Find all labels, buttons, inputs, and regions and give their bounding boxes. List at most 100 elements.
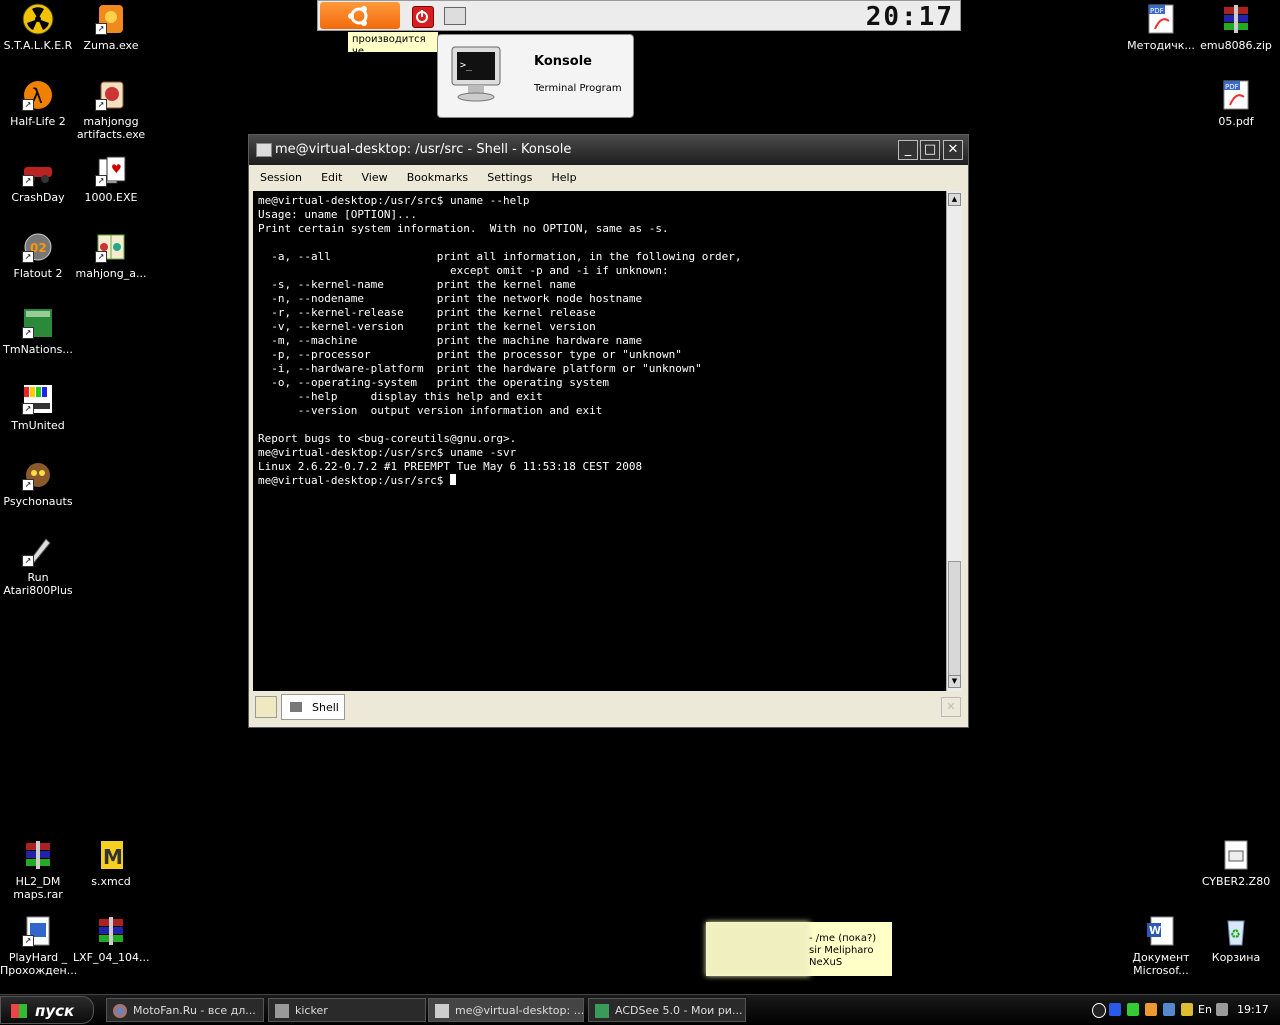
blurred-avatar <box>706 922 810 976</box>
acdsee-icon <box>595 1004 609 1018</box>
icq-icon[interactable] <box>1127 1003 1139 1016</box>
desktop-icon-mahjong-a[interactable]: ↗ mahjong_a... <box>73 231 149 280</box>
menu-bookmarks[interactable]: Bookmarks <box>400 168 475 184</box>
desktop-icon-atari[interactable]: ↗ Run Atari800Plus <box>0 535 76 597</box>
taskbar-clock[interactable]: 19:17 <box>1237 1003 1269 1016</box>
task-motofan[interactable]: MotoFan.Ru - все дл... <box>106 998 264 1022</box>
bluetooth-icon[interactable] <box>1109 1003 1121 1016</box>
file-icon <box>1220 839 1252 871</box>
scroll-thumb[interactable] <box>948 561 961 676</box>
kicker-panel: 20:17 <box>317 0 961 32</box>
notification-text: - /me (пока?) sir Melipharo NeXuS <box>809 933 877 968</box>
rar-icon <box>95 915 127 947</box>
close-button[interactable]: ✕ <box>943 140 963 160</box>
desktop-icon-flatout[interactable]: 02 ↗ Flatout 2 <box>0 231 76 280</box>
terminal-icon <box>290 702 302 712</box>
mahjong-icon: ↗ <box>95 79 127 111</box>
vertical-scrollbar[interactable]: ▲ ▼ <box>946 191 962 691</box>
radiation-icon <box>22 3 54 35</box>
desktop-icon-cyber2[interactable]: CYBER2.Z80 <box>1198 839 1274 888</box>
task-acdsee[interactable]: ACDSee 5.0 - Мои ри... <box>588 998 746 1022</box>
rar-icon <box>1220 3 1252 35</box>
start-button[interactable]: пуск <box>0 996 94 1024</box>
maximize-button[interactable]: □ <box>920 140 940 160</box>
menu-settings[interactable]: Settings <box>480 168 539 184</box>
tab-shell[interactable]: Shell <box>281 694 345 720</box>
window-titlebar[interactable]: me@virtual-desktop: /usr/src - Shell - K… <box>249 135 968 165</box>
terminal-launcher-icon[interactable] <box>444 7 466 25</box>
power-icon[interactable] <box>412 6 434 28</box>
desktop-icon-mahjongg[interactable]: ↗ mahjongg artifacts.exe <box>73 79 149 141</box>
konsole-tooltip: >_ Konsole Terminal Program <box>437 34 634 118</box>
kicker-clock[interactable]: 20:17 <box>866 2 954 32</box>
svg-text:M: M <box>103 845 123 869</box>
terminal-prompt: me@virtual-desktop:/usr/src$ <box>258 474 451 487</box>
desktop-icon-zuma[interactable]: ↗ Zuma.exe <box>73 3 149 52</box>
menu-edit[interactable]: Edit <box>314 168 349 184</box>
menubar: Session Edit View Bookmarks Settings Hel… <box>253 166 584 186</box>
new-session-button[interactable] <box>255 696 277 718</box>
desktop-icon-1000[interactable]: ♥ ↗ 1000.EXE <box>73 155 149 204</box>
terminal-output[interactable]: me@virtual-desktop:/usr/src$ uname --hel… <box>253 191 947 691</box>
desktop-icon-tmunited[interactable]: ↗ TmUnited <box>0 383 76 432</box>
desktop-icon-tmnations[interactable]: ↗ TmNations... <box>0 307 76 356</box>
desktop-icon-word-doc[interactable]: W Документ Microsof... <box>1123 915 1199 977</box>
xmcd-icon: M <box>95 839 127 871</box>
shield-icon[interactable] <box>1163 1003 1175 1016</box>
menu-help[interactable]: Help <box>544 168 583 184</box>
tooltip-title: Konsole <box>534 54 592 69</box>
desktop-icon-emu8086[interactable]: emu8086.zip <box>1198 3 1274 52</box>
desktop-icon-playhard[interactable]: ↗ PlayHard _ Прохожден... <box>0 915 77 977</box>
desktop-icon-recycle-bin[interactable]: ♻ Корзина <box>1198 915 1274 964</box>
windows-logo-icon <box>11 1004 27 1018</box>
tray-app-icon[interactable] <box>1145 1003 1157 1016</box>
desktop-icon-stalker[interactable]: S.T.A.L.K.E.R <box>0 3 76 52</box>
konsole-icon <box>256 143 272 157</box>
tab-bar: Shell ✕ <box>253 693 965 721</box>
zuma-icon: ↗ <box>95 3 127 35</box>
volume-icon[interactable] <box>1216 1003 1228 1016</box>
scroll-down-button[interactable]: ▼ <box>948 675 961 688</box>
svg-text:♥: ♥ <box>111 162 122 176</box>
cards-icon: ♥ ↗ <box>95 155 127 187</box>
task-kicker[interactable]: kicker <box>268 998 426 1022</box>
tooltip-subtitle: Terminal Program <box>534 83 622 94</box>
document-icon: ↗ <box>22 915 54 947</box>
svg-text:W: W <box>1149 924 1161 937</box>
terminal-text: me@virtual-desktop:/usr/src$ uname --hel… <box>258 194 742 473</box>
tab-label: Shell <box>312 701 339 714</box>
word-icon: W <box>1145 915 1177 947</box>
desktop-icon-psychonauts[interactable]: ↗ Psychonauts <box>0 459 76 508</box>
pdf-icon: PDF <box>1145 3 1177 35</box>
desktop-icon-xmcd[interactable]: M s.xmcd <box>73 839 149 888</box>
language-indicator[interactable]: En <box>1198 1003 1212 1016</box>
flatout-icon: 02 ↗ <box>22 231 54 263</box>
task-konsole[interactable]: me@virtual-desktop: ... <box>428 998 584 1022</box>
desktop-icon-lxf[interactable]: LXF_04_104... <box>73 915 149 964</box>
rar-icon <box>22 839 54 871</box>
tray-expand-icon[interactable] <box>1092 1003 1106 1018</box>
desktop-icon-metodichka[interactable]: PDF Методичк... <box>1123 3 1199 52</box>
half-life-icon: λ ↗ <box>22 79 54 111</box>
car-icon: ↗ <box>22 155 54 187</box>
folder-icon[interactable] <box>1181 1003 1193 1016</box>
tmunited-icon: ↗ <box>22 383 54 415</box>
menu-view[interactable]: View <box>354 168 394 184</box>
pdf-icon: PDF <box>1220 79 1252 111</box>
close-session-button[interactable]: ✕ <box>941 697 961 717</box>
kicker-icon <box>275 1004 289 1018</box>
psychonauts-icon: ↗ <box>22 459 54 491</box>
desktop-icon-half-life[interactable]: λ ↗ Half-Life 2 <box>0 79 76 128</box>
system-tray: En 19:17 <box>1090 997 1280 1023</box>
desktop-icon-crashday[interactable]: ↗ CrashDay <box>0 155 76 204</box>
mahjong-icon: ↗ <box>95 231 127 263</box>
k-menu-button[interactable] <box>320 2 400 29</box>
chat-notification[interactable]: - /me (пока?) sir Melipharo NeXuS <box>706 922 892 976</box>
ubuntu-logo-icon <box>348 6 368 26</box>
minimize-button[interactable]: _ <box>898 140 918 160</box>
svg-text:PDF: PDF <box>1150 7 1164 15</box>
desktop-icon-hl2dm[interactable]: HL2_DM maps.rar <box>0 839 76 901</box>
desktop-icon-05pdf[interactable]: PDF 05.pdf <box>1198 79 1274 128</box>
scroll-up-button[interactable]: ▲ <box>948 193 961 206</box>
menu-session[interactable]: Session <box>253 168 309 184</box>
